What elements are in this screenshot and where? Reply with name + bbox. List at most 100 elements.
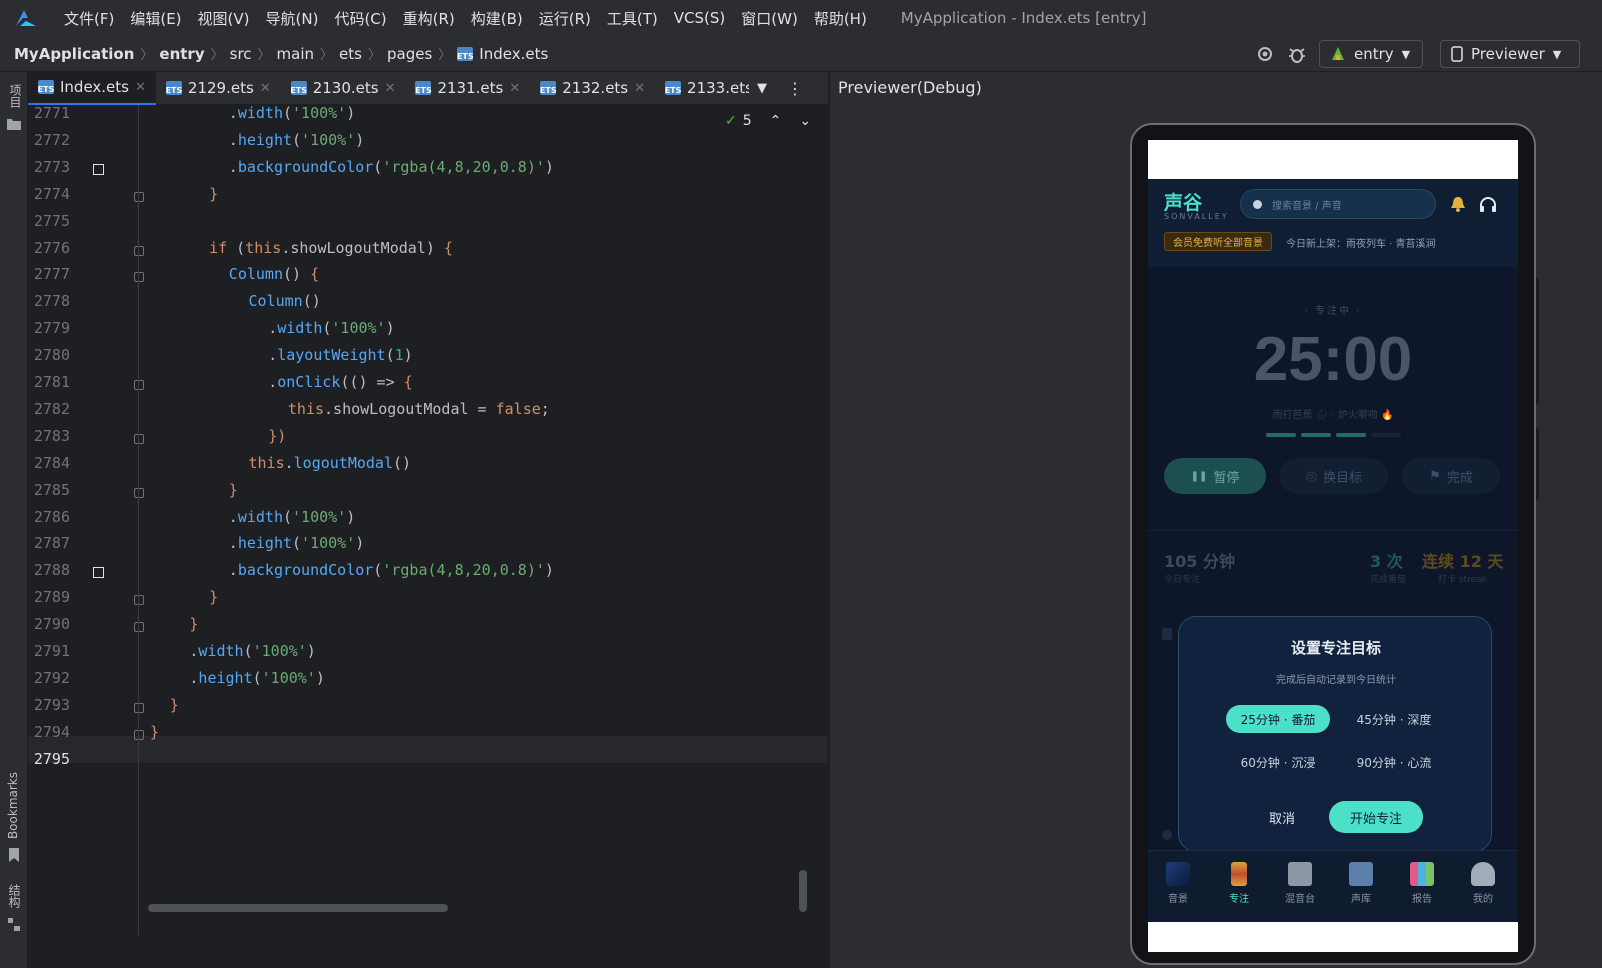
folder-icon[interactable] xyxy=(7,118,21,130)
code-line[interactable]: } xyxy=(189,615,198,633)
code-line[interactable]: Column() { xyxy=(229,265,319,283)
module-selector[interactable]: entry ▼ xyxy=(1319,40,1423,68)
menu-help[interactable]: 帮助(H) xyxy=(806,8,875,29)
close-icon[interactable]: ✕ xyxy=(135,80,146,95)
code-line[interactable]: .layoutWeight(1) xyxy=(268,346,413,364)
fold-marker-icon[interactable] xyxy=(134,433,144,444)
code-editor[interactable]: 2771 2772 2773 2774 2775 2776 2777 2778 2779 2780… xyxy=(28,105,828,935)
goal-option-60[interactable]: 60分钟 · 沉浸 xyxy=(1226,748,1330,776)
tab-2129-ets[interactable]: ETS 2129.ets ✕ xyxy=(156,72,281,105)
menu-tools[interactable]: 工具(T) xyxy=(599,8,666,29)
breadcrumb-project[interactable]: MyApplication xyxy=(14,45,134,63)
fold-marker-icon[interactable] xyxy=(134,191,144,202)
goal-option-45[interactable]: 45分钟 · 深度 xyxy=(1342,705,1446,733)
start-focus-button[interactable]: 开始专注 xyxy=(1329,801,1423,833)
code-line[interactable]: if (this.showLogoutModal) { xyxy=(209,239,453,257)
code-line[interactable]: .width('100%') xyxy=(189,642,315,660)
code-line[interactable]: this.logoutModal() xyxy=(249,454,412,472)
menu-refactor[interactable]: 重构(R) xyxy=(395,8,463,29)
code-line[interactable]: }) xyxy=(268,427,286,445)
tab-2133-ets[interactable]: ETS 2133.ets xyxy=(655,72,749,105)
menu-window[interactable]: 窗口(W) xyxy=(733,8,806,29)
menu-run[interactable]: 运行(R) xyxy=(531,8,599,29)
code-line[interactable]: .height('100%') xyxy=(229,131,364,149)
color-swatch-icon[interactable] xyxy=(93,567,104,579)
nav-profile[interactable]: 我的 xyxy=(1458,862,1508,905)
close-icon[interactable]: ✕ xyxy=(634,81,645,96)
code-line[interactable]: } xyxy=(209,185,218,203)
breadcrumb-pages[interactable]: pages xyxy=(387,45,432,63)
nav-mixer[interactable]: 混音台 xyxy=(1275,862,1325,905)
menu-navigate[interactable]: 导航(N) xyxy=(258,8,327,29)
breadcrumb-src[interactable]: src xyxy=(230,45,252,63)
goal-option-25[interactable]: 25分钟 · 番茄 xyxy=(1226,705,1330,733)
menu-file[interactable]: 文件(F) xyxy=(56,8,122,29)
code-line[interactable]: .height('100%') xyxy=(189,669,324,687)
bookmarks-tool-label[interactable]: Bookmarks xyxy=(6,772,20,839)
bookmark-icon[interactable] xyxy=(8,848,20,862)
code-line[interactable]: .width('100%') xyxy=(229,105,355,122)
code-line[interactable]: } xyxy=(229,481,238,499)
nav-library[interactable]: 声库 xyxy=(1336,862,1386,905)
headphones-icon[interactable] xyxy=(1478,195,1498,215)
fold-marker-icon[interactable] xyxy=(134,622,144,633)
structure-tool-label[interactable]: 结构 xyxy=(6,884,23,908)
close-icon[interactable]: ✕ xyxy=(260,81,271,96)
color-swatch-icon[interactable] xyxy=(93,163,104,175)
goal-option-90[interactable]: 90分钟 · 心流 xyxy=(1342,748,1446,776)
code-line[interactable]: .height('100%') xyxy=(229,534,364,552)
inspection-widget[interactable]: ✓ 5 ⌃ ⌄ xyxy=(725,113,811,129)
target-icon[interactable] xyxy=(1256,45,1274,63)
code-line[interactable]: .width('100%') xyxy=(229,508,355,526)
breadcrumb-file[interactable]: Index.ets xyxy=(479,45,548,63)
fold-marker-icon[interactable] xyxy=(134,380,144,390)
menu-view[interactable]: 视图(V) xyxy=(190,8,258,29)
search-input[interactable]: 搜索音景 / 声音 xyxy=(1240,189,1436,219)
code-line[interactable]: Column() xyxy=(249,292,321,310)
fold-marker-icon[interactable] xyxy=(134,245,144,256)
tab-2132-ets[interactable]: ETS 2132.ets ✕ xyxy=(530,72,655,105)
code-line[interactable]: } xyxy=(150,723,159,741)
cancel-button[interactable]: 取消 xyxy=(1247,801,1317,833)
horizontal-scrollbar[interactable] xyxy=(148,904,448,912)
fold-marker-icon[interactable] xyxy=(134,729,144,740)
vip-badge[interactable]: 会员免费听全部音景 xyxy=(1164,232,1272,251)
menu-edit[interactable]: 编辑(E) xyxy=(122,8,189,29)
structure-icon[interactable] xyxy=(8,918,20,932)
code-line[interactable]: .backgroundColor('rgba(4,8,20,0.8)') xyxy=(229,158,554,176)
bug-icon[interactable] xyxy=(1287,44,1307,64)
chevron-down-icon[interactable]: ⌄ xyxy=(799,113,811,129)
menu-code[interactable]: 代码(C) xyxy=(326,8,394,29)
close-icon[interactable]: ✕ xyxy=(385,81,396,96)
more-options-icon[interactable]: ⋮ xyxy=(787,79,803,98)
breadcrumb-ets[interactable]: ets xyxy=(339,45,362,63)
vertical-scrollbar[interactable] xyxy=(799,870,807,912)
nav-report[interactable]: 报告 xyxy=(1397,862,1447,905)
code-line[interactable]: .onClick(() => { xyxy=(268,373,413,391)
nav-focus[interactable]: 专注 xyxy=(1214,862,1264,905)
code-line[interactable]: .backgroundColor('rgba(4,8,20,0.8)') xyxy=(229,561,554,579)
fold-marker-icon[interactable] xyxy=(134,595,144,606)
fold-marker-icon[interactable] xyxy=(134,702,144,713)
pause-button[interactable]: ❚❚ 暂停 xyxy=(1164,458,1266,494)
code-line[interactable]: } xyxy=(209,588,218,606)
breadcrumb-main[interactable]: main xyxy=(277,45,314,63)
tab-2131-ets[interactable]: ETS 2131.ets ✕ xyxy=(405,72,530,105)
new-release-text[interactable]: 今日新上架：雨夜列车 · 青苔溪涧 xyxy=(1286,235,1436,250)
code-line[interactable]: .width('100%') xyxy=(268,319,394,337)
previewer-selector[interactable]: Previewer ▼ xyxy=(1440,40,1580,68)
tab-overflow-chevron-icon[interactable]: ▼ xyxy=(757,81,767,96)
finish-button[interactable]: ⚑ 完成 xyxy=(1402,458,1500,494)
change-goal-button[interactable]: ◎ 换目标 xyxy=(1280,458,1388,494)
tab-2130-ets[interactable]: ETS 2130.ets ✕ xyxy=(281,72,406,105)
bell-icon[interactable] xyxy=(1449,195,1467,213)
menu-build[interactable]: 构建(B) xyxy=(463,8,531,29)
fold-marker-icon[interactable] xyxy=(134,487,144,498)
breadcrumb-module[interactable]: entry xyxy=(159,45,204,63)
project-tool-label[interactable]: 项目 xyxy=(6,84,22,108)
menu-vcs[interactable]: VCS(S) xyxy=(666,9,733,27)
code-line[interactable]: } xyxy=(170,696,179,714)
close-icon[interactable]: ✕ xyxy=(509,81,520,96)
tab-index-ets[interactable]: ETS Index.ets ✕ xyxy=(28,71,156,105)
chevron-up-icon[interactable]: ⌃ xyxy=(770,113,782,129)
